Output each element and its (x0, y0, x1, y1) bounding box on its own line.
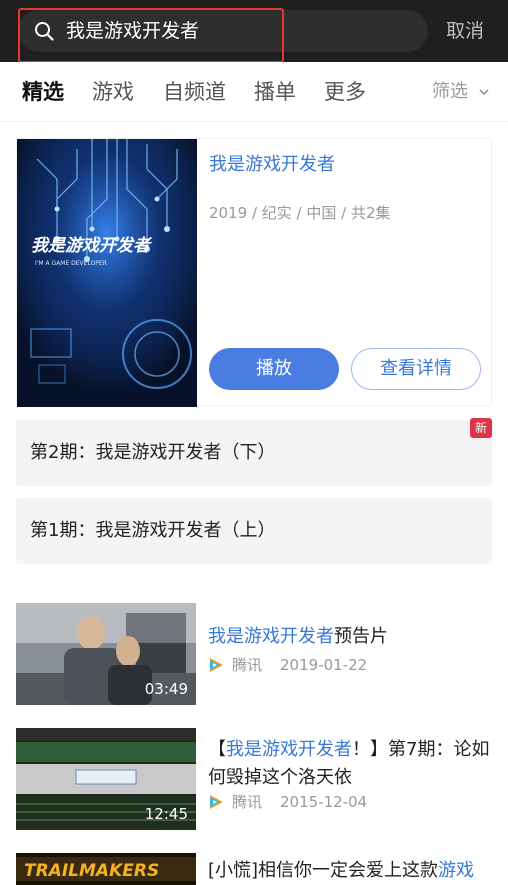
video-source-name: 腾讯 (232, 656, 263, 674)
video-thumbnail[interactable]: 03:49 (16, 603, 196, 705)
video-title-highlight: 游戏 (438, 860, 475, 881)
new-badge: 新 (470, 418, 492, 438)
tencent-video-icon (210, 795, 223, 809)
feature-poster[interactable]: 我是游戏开发者 I'M A GAME DEVELOPER (17, 139, 197, 407)
tencent-video-icon (210, 658, 223, 672)
video-title-rest: 预告片 (334, 626, 388, 647)
episode-item[interactable]: 第2期：我是游戏开发者（下） 新 (16, 418, 492, 486)
video-thumbnail[interactable]: 12:45 (16, 728, 196, 830)
video-title-highlight: 我是游戏开发者 (208, 626, 334, 647)
tab-more[interactable]: 更多 (324, 78, 366, 106)
poster-art: 我是游戏开发者 I'M A GAME DEVELOPER (17, 139, 197, 407)
video-duration: 03:49 (144, 680, 188, 698)
category-tabs: 精选 游戏 自频道 播单 更多 筛选 (0, 62, 508, 122)
tab-games[interactable]: 游戏 (92, 78, 134, 106)
video-duration: 12:45 (144, 805, 188, 823)
top-bar: 我是游戏开发者 取消 (0, 0, 508, 63)
cancel-button[interactable]: 取消 (446, 18, 484, 44)
video-title-prefix: [小慌]相信你一定会爱上这款 (208, 860, 439, 881)
video-title[interactable]: [小慌]相信你一定会爱上这款游戏 (208, 857, 492, 885)
video-title-highlight: 我是游戏开发者 (226, 739, 352, 760)
feature-meta: 2019 / 纪实 / 中国 / 共2集 (209, 204, 391, 222)
video-source: 腾讯 2019-01-22 (208, 655, 367, 675)
video-source-name: 腾讯 (232, 793, 263, 811)
video-item[interactable]: 03:49 我是游戏开发者预告片 腾讯 2019-01-22 (16, 603, 492, 707)
video-source: 腾讯 2015-12-04 (208, 792, 367, 812)
tab-featured[interactable]: 精选 (22, 78, 64, 106)
episode-item[interactable]: 第1期：我是游戏开发者（上） (16, 498, 492, 564)
video-date: 2015-12-04 (280, 793, 368, 811)
video-title[interactable]: 我是游戏开发者预告片 (208, 623, 492, 651)
video-title-prefix: 【 (208, 739, 226, 760)
video-date: 2019-01-22 (280, 656, 368, 674)
episode-label: 第2期：我是游戏开发者（下） (30, 442, 276, 463)
view-details-button[interactable]: 查看详情 (351, 348, 481, 390)
tab-self-channel[interactable]: 自频道 (163, 78, 226, 106)
video-item[interactable]: TRAILMAKERS [小慌]相信你一定会爱上这款游戏 (16, 853, 492, 885)
video-title[interactable]: 【我是游戏开发者！】第7期：论如何毁掉这个洛天依 (208, 736, 492, 792)
video-thumbnail[interactable]: TRAILMAKERS (16, 853, 196, 885)
search-highlight-box (18, 8, 284, 63)
thumb-logo-text: TRAILMAKERS (24, 861, 159, 881)
poster-subtitle: I'M A GAME DEVELOPER (35, 260, 107, 267)
tab-playlist[interactable]: 播单 (254, 78, 296, 106)
episode-label: 第1期：我是游戏开发者（上） (30, 520, 276, 541)
poster-title: 我是游戏开发者 (31, 236, 153, 256)
play-button[interactable]: 播放 (209, 348, 339, 390)
filter-button[interactable]: 筛选 (432, 80, 468, 104)
chevron-down-icon[interactable] (478, 86, 490, 98)
thumb-image: TRAILMAKERS (16, 853, 196, 885)
feature-title[interactable]: 我是游戏开发者 (209, 153, 335, 177)
feature-card[interactable]: 我是游戏开发者 I'M A GAME DEVELOPER 我是游戏开发者 201… (16, 138, 492, 407)
video-item[interactable]: 12:45 【我是游戏开发者！】第7期：论如何毁掉这个洛天依 腾讯 2015-12… (16, 728, 492, 832)
